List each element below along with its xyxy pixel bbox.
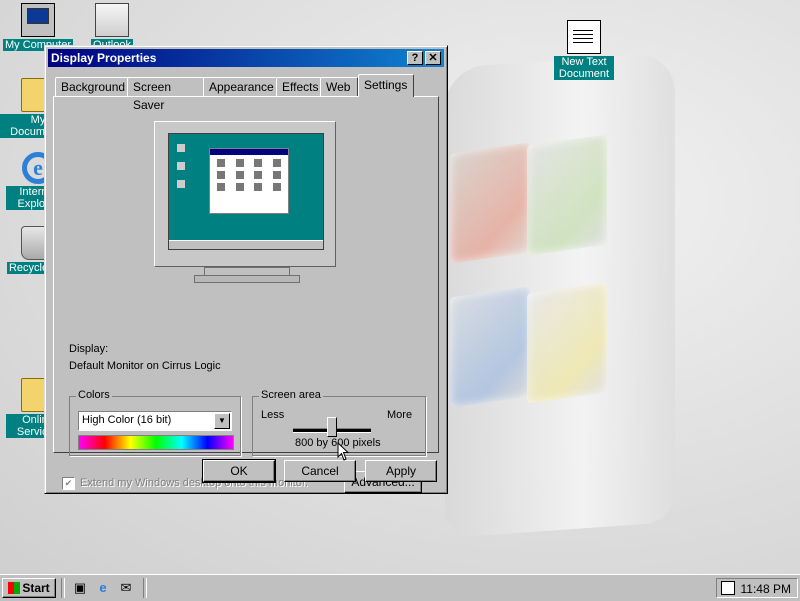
tab-appearance[interactable]: Appearance [203,77,277,96]
cancel-button[interactable]: Cancel [284,460,356,482]
tab-web[interactable]: Web [320,77,358,96]
clock[interactable]: 11:48 PM [741,582,791,596]
mini-desktop-icon [177,144,185,152]
display-label: Display: [69,343,109,355]
taskbar-separator [61,578,65,598]
monitor-preview [154,121,336,283]
start-label: Start [22,581,50,595]
screen-area-slider-thumb[interactable] [327,417,337,437]
colors-legend: Colors [76,389,112,401]
start-button[interactable]: Start [2,578,56,598]
help-button[interactable]: ? [407,51,423,65]
taskbar-separator [143,578,147,598]
monitor-base [194,275,300,283]
settings-panel: Display: Default Monitor on Cirrus Logic… [53,96,439,493]
tab-background[interactable]: Background [55,77,131,96]
colors-group: Colors High Color (16 bit) ▼ [69,389,241,456]
less-label: Less [261,409,285,421]
logo-pane-green [527,134,607,256]
chevron-down-icon[interactable]: ▼ [214,413,230,429]
internet-explorer-icon[interactable]: e [95,580,111,596]
computer-icon [21,3,55,37]
taskbar: Start ▣ e ✉ 11:48 PM [0,574,800,601]
colors-dropdown[interactable]: High Color (16 bit) ▼ [78,411,232,431]
display-properties-window: Display Properties ? ✕ Background Screen… [44,45,448,494]
text-document-icon [567,20,601,54]
logo-pane-yellow [527,282,607,404]
show-desktop-icon[interactable]: ▣ [72,580,88,596]
mini-desktop-icon [177,180,185,188]
scheduler-icon[interactable] [721,581,735,595]
mini-desktop-icon [177,162,185,170]
system-tray: 11:48 PM [716,578,798,598]
color-spectrum-bar [78,435,234,450]
desktop-icon-new-text-document[interactable]: New Text Document [546,20,622,80]
monitor-bezel [154,121,336,267]
logo-pane-blue [450,286,530,408]
tab-settings[interactable]: Settings [358,74,414,97]
apply-button[interactable]: Apply [365,460,437,482]
more-label: More [387,409,413,421]
desktop-icon-label: New Text Document [554,56,614,80]
close-button[interactable]: ✕ [425,51,441,65]
logo-pane-red [450,142,530,264]
outlook-icon [95,3,129,37]
tab-effects[interactable]: Effects [276,77,322,96]
tab-screen-saver[interactable]: Screen Saver [127,77,205,112]
monitor-screen-preview [168,133,324,250]
desktop-icon-outlook[interactable]: Outlook [74,3,150,51]
desktop-icon-my-computer[interactable]: My Computer [0,3,76,51]
ok-button[interactable]: OK [202,459,276,483]
colors-selected-value: High Color (16 bit) [82,414,172,426]
window-title: Display Properties [51,51,157,65]
screen-area-legend: Screen area [259,389,323,401]
title-bar[interactable]: Display Properties ? ✕ [48,49,444,67]
mini-taskbar [169,240,323,249]
display-value: Default Monitor on Cirrus Logic [69,360,221,372]
mouse-cursor-icon [337,442,350,461]
windows-flag-icon [8,582,21,594]
outlook-icon[interactable]: ✉ [118,580,134,596]
extend-desktop-checkbox[interactable]: ✔ [62,477,75,490]
mini-window-preview [209,148,289,214]
